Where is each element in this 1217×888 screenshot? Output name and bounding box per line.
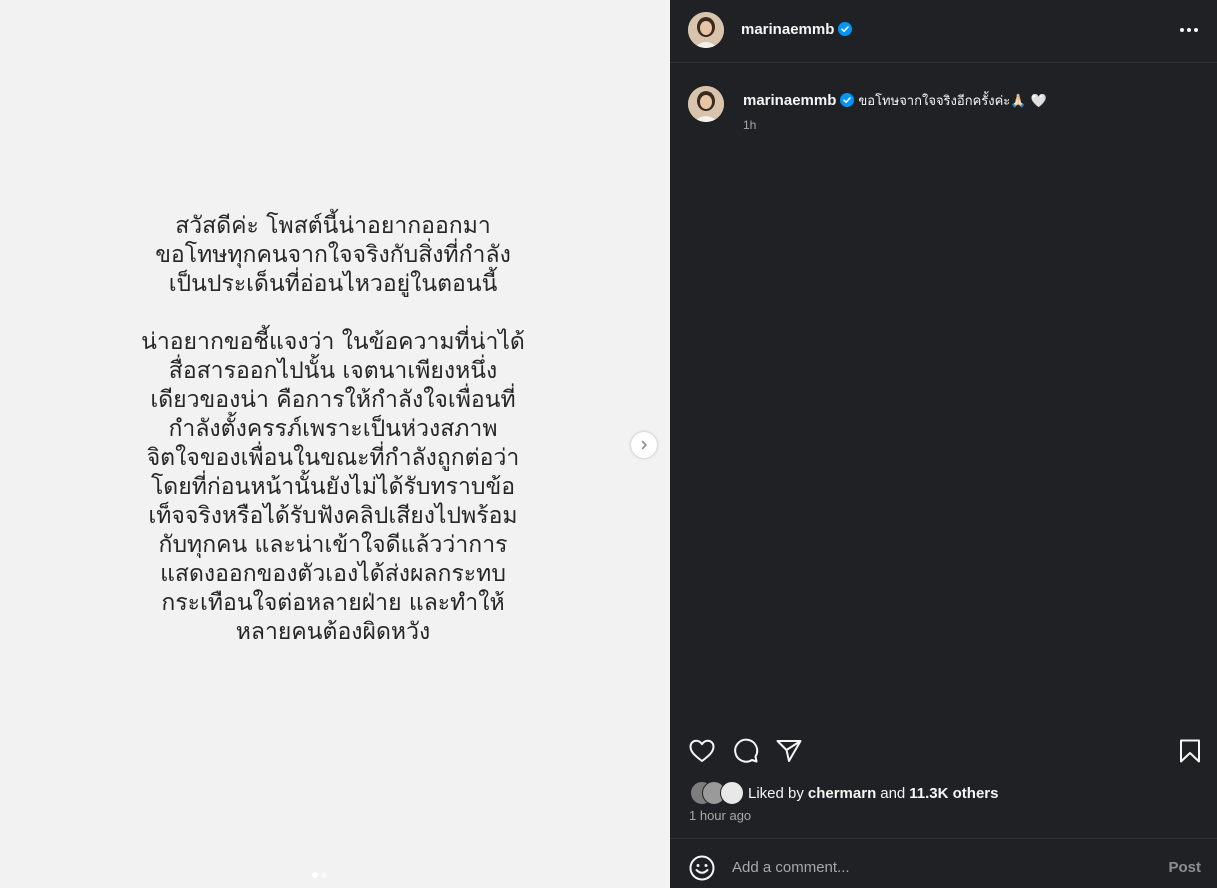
- profile-photo-icon: [688, 12, 724, 48]
- username-text[interactable]: marinaemmb: [741, 21, 834, 38]
- avatar: [720, 781, 744, 805]
- image-text-line: เดียวของน่า คือการให้กำลังใจเพื่อนที่: [150, 387, 516, 413]
- more-options-button[interactable]: [1179, 20, 1199, 40]
- image-paragraph-2: น่าอยากขอชี้แจงว่า ในข้อความที่น่าได้ สื…: [100, 328, 566, 647]
- image-paragraph-1: สวัสดีค่ะ โพสต์นี้น่าอยากออกมา ขอโทษทุกค…: [100, 212, 566, 299]
- image-text-line: กระเทือนใจต่อหลายฝ่าย และทำให้: [161, 590, 505, 616]
- caption-timestamp[interactable]: 1h: [743, 118, 756, 132]
- send-icon: [776, 740, 802, 762]
- more-horizontal-icon: [1180, 28, 1198, 32]
- image-text-line: ขอโทษทุกคนจากใจจริงกับสิ่งที่กำลัง: [155, 242, 511, 268]
- comment-icon: [734, 738, 759, 763]
- liker-avatars[interactable]: [690, 781, 744, 805]
- caption-line: marinaemmb ขอโทษจากใจจริงอีกครั้งค่ะ🙏🏻 🤍: [743, 90, 1047, 111]
- image-text: สวัสดีค่ะ โพสต์นี้น่าอยากออกมา ขอโทษทุกค…: [100, 212, 566, 647]
- emoji-button[interactable]: [688, 854, 716, 882]
- image-text-line: จิตใจของเพื่อนในขณะที่กำลังถูกต่อว่า: [146, 445, 520, 471]
- image-text-line: เป็นประเด็นที่อ่อนไหวอยู่ในตอนนี้: [168, 271, 498, 297]
- share-button[interactable]: [774, 736, 804, 766]
- next-slide-button[interactable]: [631, 432, 657, 458]
- action-bar: [670, 736, 1217, 768]
- save-button[interactable]: [1175, 736, 1205, 766]
- post-details-panel: marinaemmb marinaemmb ขอโทษจากใจจริงอีกค…: [670, 0, 1217, 888]
- carousel-indicator: [312, 872, 327, 878]
- avatar[interactable]: [688, 12, 724, 48]
- image-text-line: กับทุกคน และน่าเข้าใจดีแล้วว่าการ: [158, 532, 508, 558]
- likes-summary: Liked by chermarn and 11.3K others: [690, 781, 999, 805]
- image-text-line: กำลังตั้งครรภ์เพราะเป็นห่วงสภาพ: [168, 416, 498, 442]
- image-text-line: สวัสดีค่ะ โพสต์นี้น่าอยากออกมา: [175, 213, 491, 239]
- comment-bar: Post: [670, 838, 1217, 888]
- image-text-line: โดยที่ก่อนหน้านั้นยังไม่ได้รับทราบข้อ: [150, 474, 516, 500]
- image-text-line: สื่อสารออกไปนั้น เจตนาเพียงหนึ่ง: [168, 358, 498, 384]
- heart-icon: [689, 739, 715, 762]
- caption-text: ขอโทษจากใจจริงอีกครั้งค่ะ🙏🏻 🤍: [858, 94, 1047, 109]
- post-timestamp[interactable]: 1 hour ago: [689, 808, 751, 823]
- caption-username[interactable]: marinaemmb: [743, 92, 836, 109]
- post-header: marinaemmb: [670, 0, 1217, 63]
- image-text-line: เท็จจริงหรือได้รับฟังคลิปเสียงไปพร้อม: [148, 503, 518, 529]
- comment-input[interactable]: [732, 856, 1132, 878]
- liked-by-prefix: Liked by: [748, 784, 804, 802]
- image-text-line: หลายคนต้องผิดหวัง: [235, 619, 431, 645]
- verified-badge-icon: [838, 22, 853, 36]
- carousel-dot-active: [312, 872, 318, 878]
- header-username[interactable]: marinaemmb: [741, 21, 853, 38]
- post-image[interactable]: สวัสดีค่ะ โพสต์นี้น่าอยากออกมา ขอโทษทุกค…: [0, 0, 670, 888]
- bookmark-icon: [1180, 739, 1200, 763]
- verified-badge-icon: [840, 93, 855, 107]
- comment-button[interactable]: [731, 736, 761, 766]
- liked-by-and: and: [880, 784, 906, 802]
- emoji-icon: [689, 855, 715, 881]
- profile-photo-icon: [688, 86, 724, 122]
- image-text-line: แสดงออกของตัวเองได้ส่งผลกระทบ: [160, 561, 506, 587]
- liked-by-others[interactable]: 11.3K others: [909, 785, 998, 802]
- liked-by-user[interactable]: chermarn: [808, 785, 876, 802]
- image-text-line: น่าอยากขอชี้แจงว่า ในข้อความที่น่าได้: [141, 329, 525, 355]
- avatar[interactable]: [688, 86, 724, 122]
- chevron-right-icon: [641, 440, 647, 450]
- post-comment-button[interactable]: Post: [1168, 859, 1201, 876]
- carousel-dot: [321, 872, 327, 878]
- post-viewer: สวัสดีค่ะ โพสต์นี้น่าอยากออกมา ขอโทษทุกค…: [0, 0, 1217, 888]
- like-button[interactable]: [687, 736, 717, 766]
